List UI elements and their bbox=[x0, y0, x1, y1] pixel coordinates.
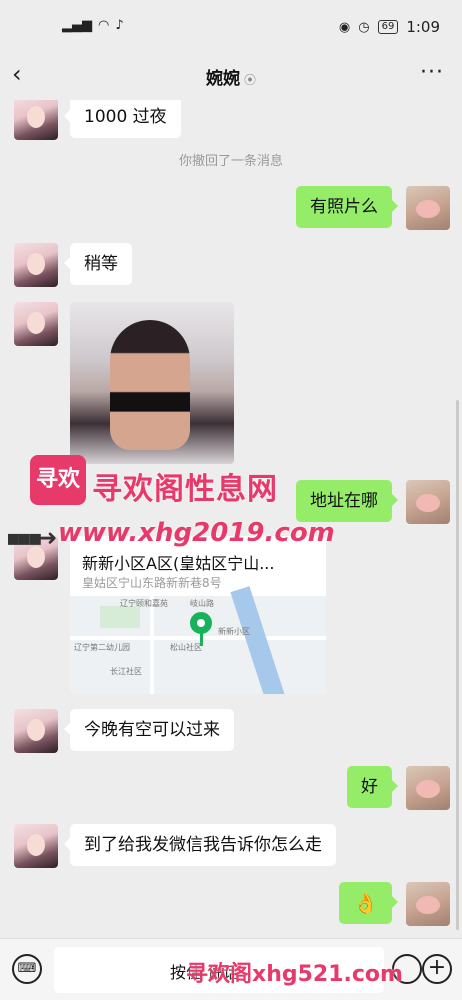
notification-icon: ♪ bbox=[115, 18, 124, 33]
watermark-url: www.xhg2019.com bbox=[58, 518, 335, 548]
message-bubble[interactable]: 今晚有空可以过来 bbox=[64, 709, 234, 751]
map-park bbox=[100, 606, 140, 628]
wifi-icon: ◠ bbox=[98, 18, 110, 33]
message-bubble[interactable]: 好 bbox=[347, 766, 398, 808]
map-preview: 辽宁颐和嘉苑 岐山路 辽宁第二幼儿园 松山社区 长江社区 新新小区 bbox=[70, 586, 326, 694]
my-avatar[interactable] bbox=[406, 186, 450, 230]
my-avatar[interactable] bbox=[406, 766, 450, 810]
map-pin-stem bbox=[200, 632, 203, 646]
scrollbar[interactable] bbox=[456, 400, 459, 930]
contact-name: 婉婉 bbox=[205, 69, 240, 89]
contact-avatar[interactable] bbox=[14, 302, 58, 346]
arrow-icon: ▪▪▪➜ bbox=[6, 526, 57, 551]
map-label: 松山社区 bbox=[170, 643, 202, 652]
eye-icon: ◉ bbox=[338, 19, 351, 35]
muted-ear-icon: ⦿ bbox=[243, 73, 256, 87]
status-left: ▂▄▆ ◠ ♪ bbox=[62, 18, 124, 33]
location-address: 皇姑区宁山东路新新巷8号 bbox=[82, 576, 222, 590]
more-options-button[interactable]: ··· bbox=[420, 60, 444, 85]
keyboard-icon[interactable]: ⌨ bbox=[12, 954, 42, 984]
map-label: 岐山路 bbox=[190, 599, 214, 608]
message-bubble[interactable]: 1000 过夜 bbox=[64, 100, 181, 138]
map-road bbox=[150, 596, 154, 694]
plus-icon[interactable]: + bbox=[422, 954, 452, 984]
recall-notice: 你撤回了一条消息 bbox=[178, 154, 283, 169]
watermark-bottom: 寻欢阁xhg521.com bbox=[186, 962, 403, 987]
contact-avatar[interactable] bbox=[14, 243, 58, 287]
chat-title: 婉婉 ⦿ bbox=[0, 64, 462, 89]
map-label: 长江社区 bbox=[110, 667, 142, 676]
map-road bbox=[70, 636, 326, 640]
status-right: ◉ ◷ 69 1:09 bbox=[339, 18, 440, 36]
status-bar: ▂▄▆ ◠ ♪ ◉ ◷ 69 1:09 bbox=[0, 0, 462, 52]
contact-avatar[interactable] bbox=[14, 100, 58, 140]
map-label: 辽宁颐和嘉苑 bbox=[120, 599, 168, 608]
my-avatar[interactable] bbox=[406, 480, 450, 524]
watermark-text: 寻欢阁性息网 bbox=[92, 472, 278, 507]
photo-message[interactable] bbox=[70, 302, 234, 464]
status-time: 1:09 bbox=[406, 18, 440, 36]
contact-avatar[interactable] bbox=[14, 824, 58, 868]
photo-subject bbox=[110, 320, 190, 450]
message-bubble[interactable]: 地址在哪 bbox=[296, 480, 398, 522]
map-label: 辽宁第二幼儿园 bbox=[74, 643, 130, 652]
battery-icon: 69 bbox=[377, 20, 399, 34]
signal-icon: ▂▄▆ bbox=[62, 18, 92, 33]
message-bubble[interactable]: 到了给我发微信我告诉你怎么走 bbox=[64, 824, 336, 866]
location-card[interactable]: 新新小区A区(皇姑区宁山... 皇姑区宁山东路新新巷8号 辽宁颐和嘉苑 岐山路 … bbox=[70, 536, 326, 694]
watermark-logo: 寻欢 bbox=[30, 455, 86, 505]
message-bubble[interactable]: 稍等 bbox=[64, 243, 132, 285]
message-bubble[interactable]: 有照片么 bbox=[296, 186, 398, 228]
location-name: 新新小区A区(皇姑区宁山... bbox=[82, 554, 275, 573]
alarm-icon: ◷ bbox=[358, 19, 370, 35]
emoji-bubble[interactable]: 👌 bbox=[339, 882, 398, 924]
map-pin-icon bbox=[190, 612, 212, 634]
contact-avatar[interactable] bbox=[14, 709, 58, 753]
map-label: 新新小区 bbox=[218, 627, 250, 636]
my-avatar[interactable] bbox=[406, 882, 450, 926]
map-river bbox=[230, 586, 290, 694]
chat-header: ‹ 婉婉 ⦿ ··· bbox=[0, 52, 462, 100]
